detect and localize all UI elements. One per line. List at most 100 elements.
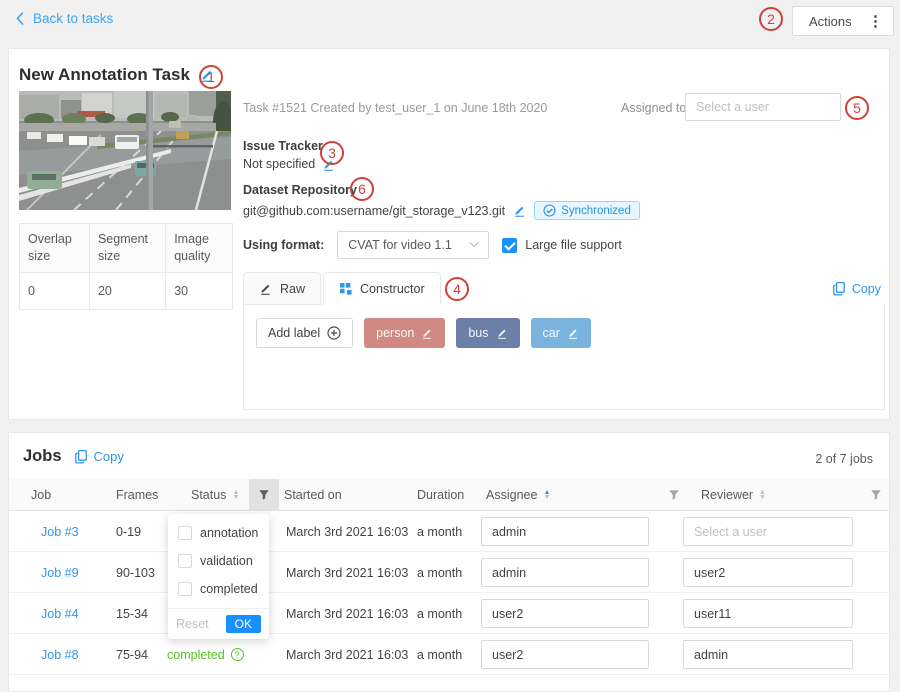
label-tag-car[interactable]: car <box>531 318 591 348</box>
task-title: New Annotation Task <box>19 65 190 85</box>
job-frames: 90-103 <box>116 552 155 593</box>
column-duration: Duration <box>417 479 464 511</box>
filter-option-validation[interactable]: validation <box>168 547 269 575</box>
job-link[interactable]: Job #9 <box>41 552 79 593</box>
reviewer-input[interactable] <box>683 640 853 669</box>
copy-icon <box>832 281 846 296</box>
jobs-table-header: Job Frames Status ▲▼ Started on Duration… <box>9 479 889 511</box>
copy-labels-label: Copy <box>852 282 881 296</box>
sync-badge-label: Synchronized <box>561 205 631 217</box>
job-frames: 15-34 <box>116 593 148 634</box>
filter-ok-button[interactable]: OK <box>226 615 261 633</box>
assignee-sorter[interactable]: ▲▼ <box>543 490 550 500</box>
tab-raw[interactable]: Raw <box>243 272 321 305</box>
job-row: Job #4 15-34 March 3rd 2021 16:03 a mont… <box>9 593 889 634</box>
labels-tabs: Raw Constructor Copy <box>243 273 885 306</box>
dataset-repository-url: git@github.com:username/git_storage_v123… <box>243 204 505 218</box>
assigned-to-label: Assigned to <box>621 101 686 115</box>
param-value-overlap: 0 <box>20 272 90 309</box>
pencil-icon <box>259 282 272 295</box>
edit-repository-icon[interactable] <box>513 204 526 217</box>
assignee-input[interactable] <box>481 640 649 669</box>
status-filter-button[interactable] <box>249 479 279 511</box>
param-value-quality: 30 <box>166 272 233 309</box>
task-meta: Task #1521 Created by test_user_1 on Jun… <box>243 101 547 115</box>
job-duration: a month <box>417 511 462 552</box>
callout-6: 6 <box>350 177 374 201</box>
sync-status-badge: Synchronized <box>534 201 640 220</box>
label-constructor-area: Add label person bus car <box>243 305 885 410</box>
tab-constructor-label: Constructor <box>360 282 425 296</box>
assignee-filter-button[interactable] <box>659 479 689 511</box>
job-started: March 3rd 2021 16:03 <box>286 552 408 593</box>
filter-reset-button[interactable]: Reset <box>176 617 209 631</box>
edit-label-icon[interactable] <box>421 327 433 339</box>
large-file-support-checkbox[interactable] <box>502 238 517 253</box>
issue-tracker-label: Issue Tracker <box>243 139 323 153</box>
back-to-tasks-link[interactable]: Back to tasks <box>14 11 113 26</box>
plus-circle-icon <box>327 326 341 340</box>
edit-label-icon[interactable] <box>496 327 508 339</box>
reviewer-input[interactable] <box>683 558 853 587</box>
job-link[interactable]: Job #3 <box>41 511 79 552</box>
column-assignee[interactable]: Assignee ▲▼ <box>486 479 550 511</box>
status-filter-dropdown: annotation validation completed Reset OK <box>168 514 269 639</box>
filter-option-completed[interactable]: completed <box>168 575 269 603</box>
job-duration: a month <box>417 552 462 593</box>
tab-constructor[interactable]: Constructor <box>323 272 441 305</box>
task-params-table: Overlap size Segment size Image quality … <box>19 223 233 310</box>
label-tag-car-name: car <box>543 326 560 340</box>
column-reviewer[interactable]: Reviewer ▲▼ <box>701 479 766 511</box>
param-value-segment: 20 <box>89 272 165 309</box>
param-header-segment: Segment size <box>89 224 165 273</box>
column-frames: Frames <box>116 479 158 511</box>
job-duration: a month <box>417 593 462 634</box>
column-job: Job <box>31 479 51 511</box>
callout-5: 5 <box>845 96 869 120</box>
filter-funnel-icon <box>870 489 882 501</box>
filter-option-annotation[interactable]: annotation <box>168 519 269 547</box>
assignee-input[interactable] <box>481 558 649 587</box>
task-assignee-input[interactable] <box>685 93 841 121</box>
actions-button[interactable]: Actions ⋮ <box>792 6 894 36</box>
add-label-button[interactable]: Add label <box>256 318 353 348</box>
completed-checkbox[interactable] <box>178 582 192 596</box>
reviewer-sorter[interactable]: ▲▼ <box>759 490 766 500</box>
edit-label-icon[interactable] <box>567 327 579 339</box>
task-details-card: New Annotation Task 1 <box>8 48 890 420</box>
chevron-left-icon <box>14 11 26 26</box>
dataset-repository-label: Dataset Repository <box>243 183 357 197</box>
status-sorter[interactable]: ▲▼ <box>232 490 239 500</box>
assignee-input[interactable] <box>481 599 649 628</box>
callout-2: 2 <box>759 7 783 31</box>
label-tag-person-name: person <box>376 326 414 340</box>
param-header-quality: Image quality <box>166 224 233 273</box>
assignee-input[interactable] <box>481 517 649 546</box>
format-select[interactable]: CVAT for video 1.1 <box>337 231 489 259</box>
job-row: Job #3 0-19 March 3rd 2021 16:03 a month <box>9 511 889 552</box>
copy-jobs-link[interactable]: Copy <box>74 449 124 464</box>
job-link[interactable]: Job #4 <box>41 593 79 634</box>
label-tag-bus[interactable]: bus <box>456 318 519 348</box>
label-tag-person[interactable]: person <box>364 318 445 348</box>
filter-funnel-icon <box>258 489 270 501</box>
copy-icon <box>74 449 88 464</box>
column-status[interactable]: Status ▲▼ <box>191 479 239 511</box>
actions-label: Actions <box>809 14 852 29</box>
reviewer-input[interactable] <box>683 517 853 546</box>
callout-3: 3 <box>320 141 344 165</box>
kebab-menu-icon[interactable]: ⋮ <box>868 12 883 30</box>
reviewer-input[interactable] <box>683 599 853 628</box>
reviewer-filter-button[interactable] <box>861 479 891 511</box>
tab-raw-label: Raw <box>280 282 305 296</box>
blocks-icon <box>339 282 352 295</box>
callout-4: 4 <box>445 277 469 301</box>
add-label-text: Add label <box>268 326 320 340</box>
param-header-overlap: Overlap size <box>20 224 90 273</box>
validation-checkbox[interactable] <box>178 554 192 568</box>
annotation-checkbox[interactable] <box>178 526 192 540</box>
format-select-value: CVAT for video 1.1 <box>348 238 452 252</box>
copy-labels-link[interactable]: Copy <box>832 281 881 296</box>
task-preview-image <box>19 91 231 210</box>
issue-tracker-value: Not specified <box>243 157 315 171</box>
